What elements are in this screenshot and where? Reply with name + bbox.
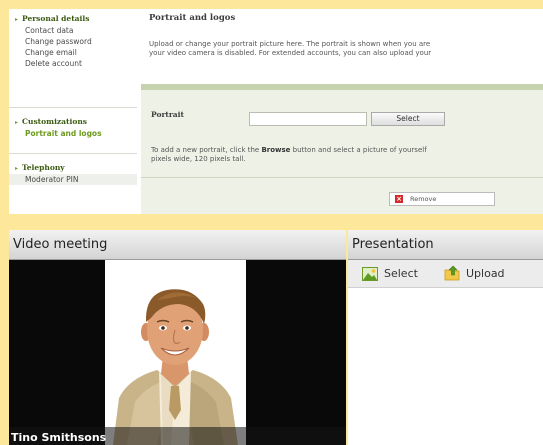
sidebar-item-change-password[interactable]: Change password xyxy=(9,36,137,47)
bullet-icon: ▸ xyxy=(15,119,19,126)
hint-line: To add a new portrait, click the Browse … xyxy=(151,146,427,154)
remove-label: Remove xyxy=(410,195,437,203)
bullet-icon: ▸ xyxy=(15,16,19,23)
video-area: Tino Smithsons xyxy=(9,260,346,445)
participant-portrait xyxy=(105,260,246,445)
settings-content: Portrait and logos Upload or change your… xyxy=(139,9,543,214)
remove-portrait-button[interactable]: × Remove xyxy=(389,192,495,206)
select-file-button[interactable]: Select xyxy=(371,112,445,126)
section-divider xyxy=(141,177,543,178)
sidebar-item-portrait-and-logos[interactable]: Portrait and logos xyxy=(9,128,137,139)
description-line: your video camera is disabled. For exten… xyxy=(149,49,432,57)
hint-line: pixels wide, 120 pixels tall. xyxy=(151,155,246,163)
bullet-icon: ▸ xyxy=(15,165,19,172)
page-title: Portrait and logos xyxy=(149,13,236,23)
sidebar-divider xyxy=(9,153,137,154)
presentation-header: Presentation xyxy=(348,230,543,260)
presentation-toolbar: Select Upload xyxy=(348,260,543,288)
portrait-label: Portrait xyxy=(151,110,184,119)
video-meeting-title: Video meeting xyxy=(13,237,108,252)
participant-name: Tino Smithsons xyxy=(11,431,107,444)
sidebar-group-customizations: ▸ Customizations Portrait and logos xyxy=(9,116,137,139)
image-select-icon xyxy=(362,267,378,281)
sidebar-item-delete-account[interactable]: Delete account xyxy=(9,58,137,69)
settings-sidebar: ▸ Personal details Contact data Change pa… xyxy=(9,9,137,214)
page-description: Upload or change your portrait picture h… xyxy=(149,40,543,58)
presentation-title: Presentation xyxy=(352,237,434,252)
portrait-upload-section: Portrait Select To add a new portrait, c… xyxy=(141,84,543,214)
video-meeting-header: Video meeting xyxy=(9,230,346,260)
account-settings-panel: ▸ Personal details Contact data Change pa… xyxy=(9,9,543,214)
sidebar-group-telephony: ▸ Telephony Moderator PIN xyxy=(9,162,137,185)
presentation-panel: Presentation Select Upload xyxy=(348,230,543,445)
sidebar-item-moderator-pin[interactable]: Moderator PIN xyxy=(9,174,137,185)
portrait-file-field[interactable] xyxy=(249,112,367,126)
participant-name-bar: Tino Smithsons xyxy=(9,427,346,445)
sidebar-item-contact-data[interactable]: Contact data xyxy=(9,25,137,36)
sidebar-header-customizations: ▸ Customizations xyxy=(15,117,88,126)
description-line: Upload or change your portrait picture h… xyxy=(149,40,431,48)
upload-presentation-button[interactable]: Upload xyxy=(444,264,505,284)
portrait-hint: To add a new portrait, click the Browse … xyxy=(151,146,543,164)
sidebar-item-change-email[interactable]: Change email xyxy=(9,47,137,58)
select-presentation-button[interactable]: Select xyxy=(362,264,418,284)
remove-x-icon: × xyxy=(395,195,403,203)
sidebar-header-telephony: ▸ Telephony xyxy=(15,163,65,172)
video-meeting-panel: Video meeting Tino Smithsons xyxy=(9,230,346,445)
sidebar-divider xyxy=(9,107,137,108)
sidebar-group-personal-details: ▸ Personal details Contact data Change pa… xyxy=(9,13,137,69)
participant-photo xyxy=(105,260,246,445)
sidebar-header-personal-details: ▸ Personal details xyxy=(15,14,90,23)
upload-icon xyxy=(444,265,460,281)
